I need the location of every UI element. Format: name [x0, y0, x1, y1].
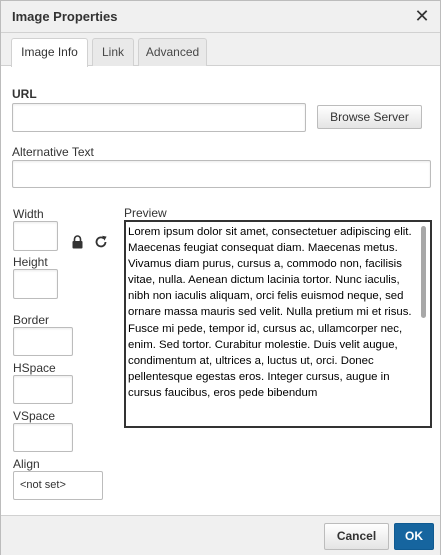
dialog-titlebar[interactable]: Image Properties ✕ — [1, 1, 440, 33]
tab-advanced[interactable]: Advanced — [138, 38, 207, 66]
alt-text-input[interactable] — [12, 160, 431, 188]
browse-server-button[interactable]: Browse Server — [317, 105, 422, 129]
tab-label: Image Info — [21, 45, 78, 59]
preview-pane[interactable]: Lorem ipsum dolor sit amet, consectetuer… — [124, 220, 432, 428]
vspace-label: VSpace — [13, 409, 56, 423]
tab-label: Link — [101, 45, 124, 59]
ok-label: OK — [405, 529, 423, 543]
preview-text: Lorem ipsum dolor sit amet, consectetuer… — [128, 226, 412, 399]
height-label: Height — [13, 255, 48, 269]
vspace-input[interactable] — [13, 423, 73, 452]
url-label: URL — [12, 87, 37, 101]
ok-button[interactable]: OK — [394, 523, 434, 550]
preview-scrollbar-thumb[interactable] — [421, 226, 426, 318]
hspace-label: HSpace — [13, 361, 56, 375]
preview-scrollbar[interactable] — [418, 224, 428, 410]
border-label: Border — [13, 313, 50, 327]
dialog-footer: Cancel OK — [1, 515, 440, 555]
tab-bar: Image Info Link Advanced — [1, 33, 440, 67]
width-label: Width — [13, 207, 44, 221]
height-input[interactable] — [13, 269, 58, 299]
align-select[interactable]: <not set> — [13, 471, 103, 500]
url-input[interactable] — [12, 103, 306, 132]
close-icon[interactable]: ✕ — [412, 5, 432, 27]
align-label: Align — [13, 457, 40, 471]
hspace-input[interactable] — [13, 375, 73, 404]
border-input[interactable] — [13, 327, 73, 356]
reset-size-icon[interactable] — [94, 235, 108, 249]
lock-icon[interactable] — [71, 235, 84, 249]
tab-image-info[interactable]: Image Info — [11, 38, 88, 67]
image-properties-dialog: Image Properties ✕ Image Info Link Advan… — [0, 0, 441, 555]
tab-label: Advanced — [145, 45, 200, 59]
align-selected-value: <not set> — [20, 479, 66, 491]
cancel-button[interactable]: Cancel — [324, 523, 389, 550]
width-input[interactable] — [13, 221, 58, 251]
dialog-title: Image Properties — [12, 9, 118, 24]
cancel-label: Cancel — [336, 529, 377, 543]
alt-text-label: Alternative Text — [12, 145, 94, 159]
browse-server-label: Browse Server — [330, 110, 409, 124]
preview-label: Preview — [124, 206, 167, 220]
tab-link[interactable]: Link — [92, 38, 134, 66]
